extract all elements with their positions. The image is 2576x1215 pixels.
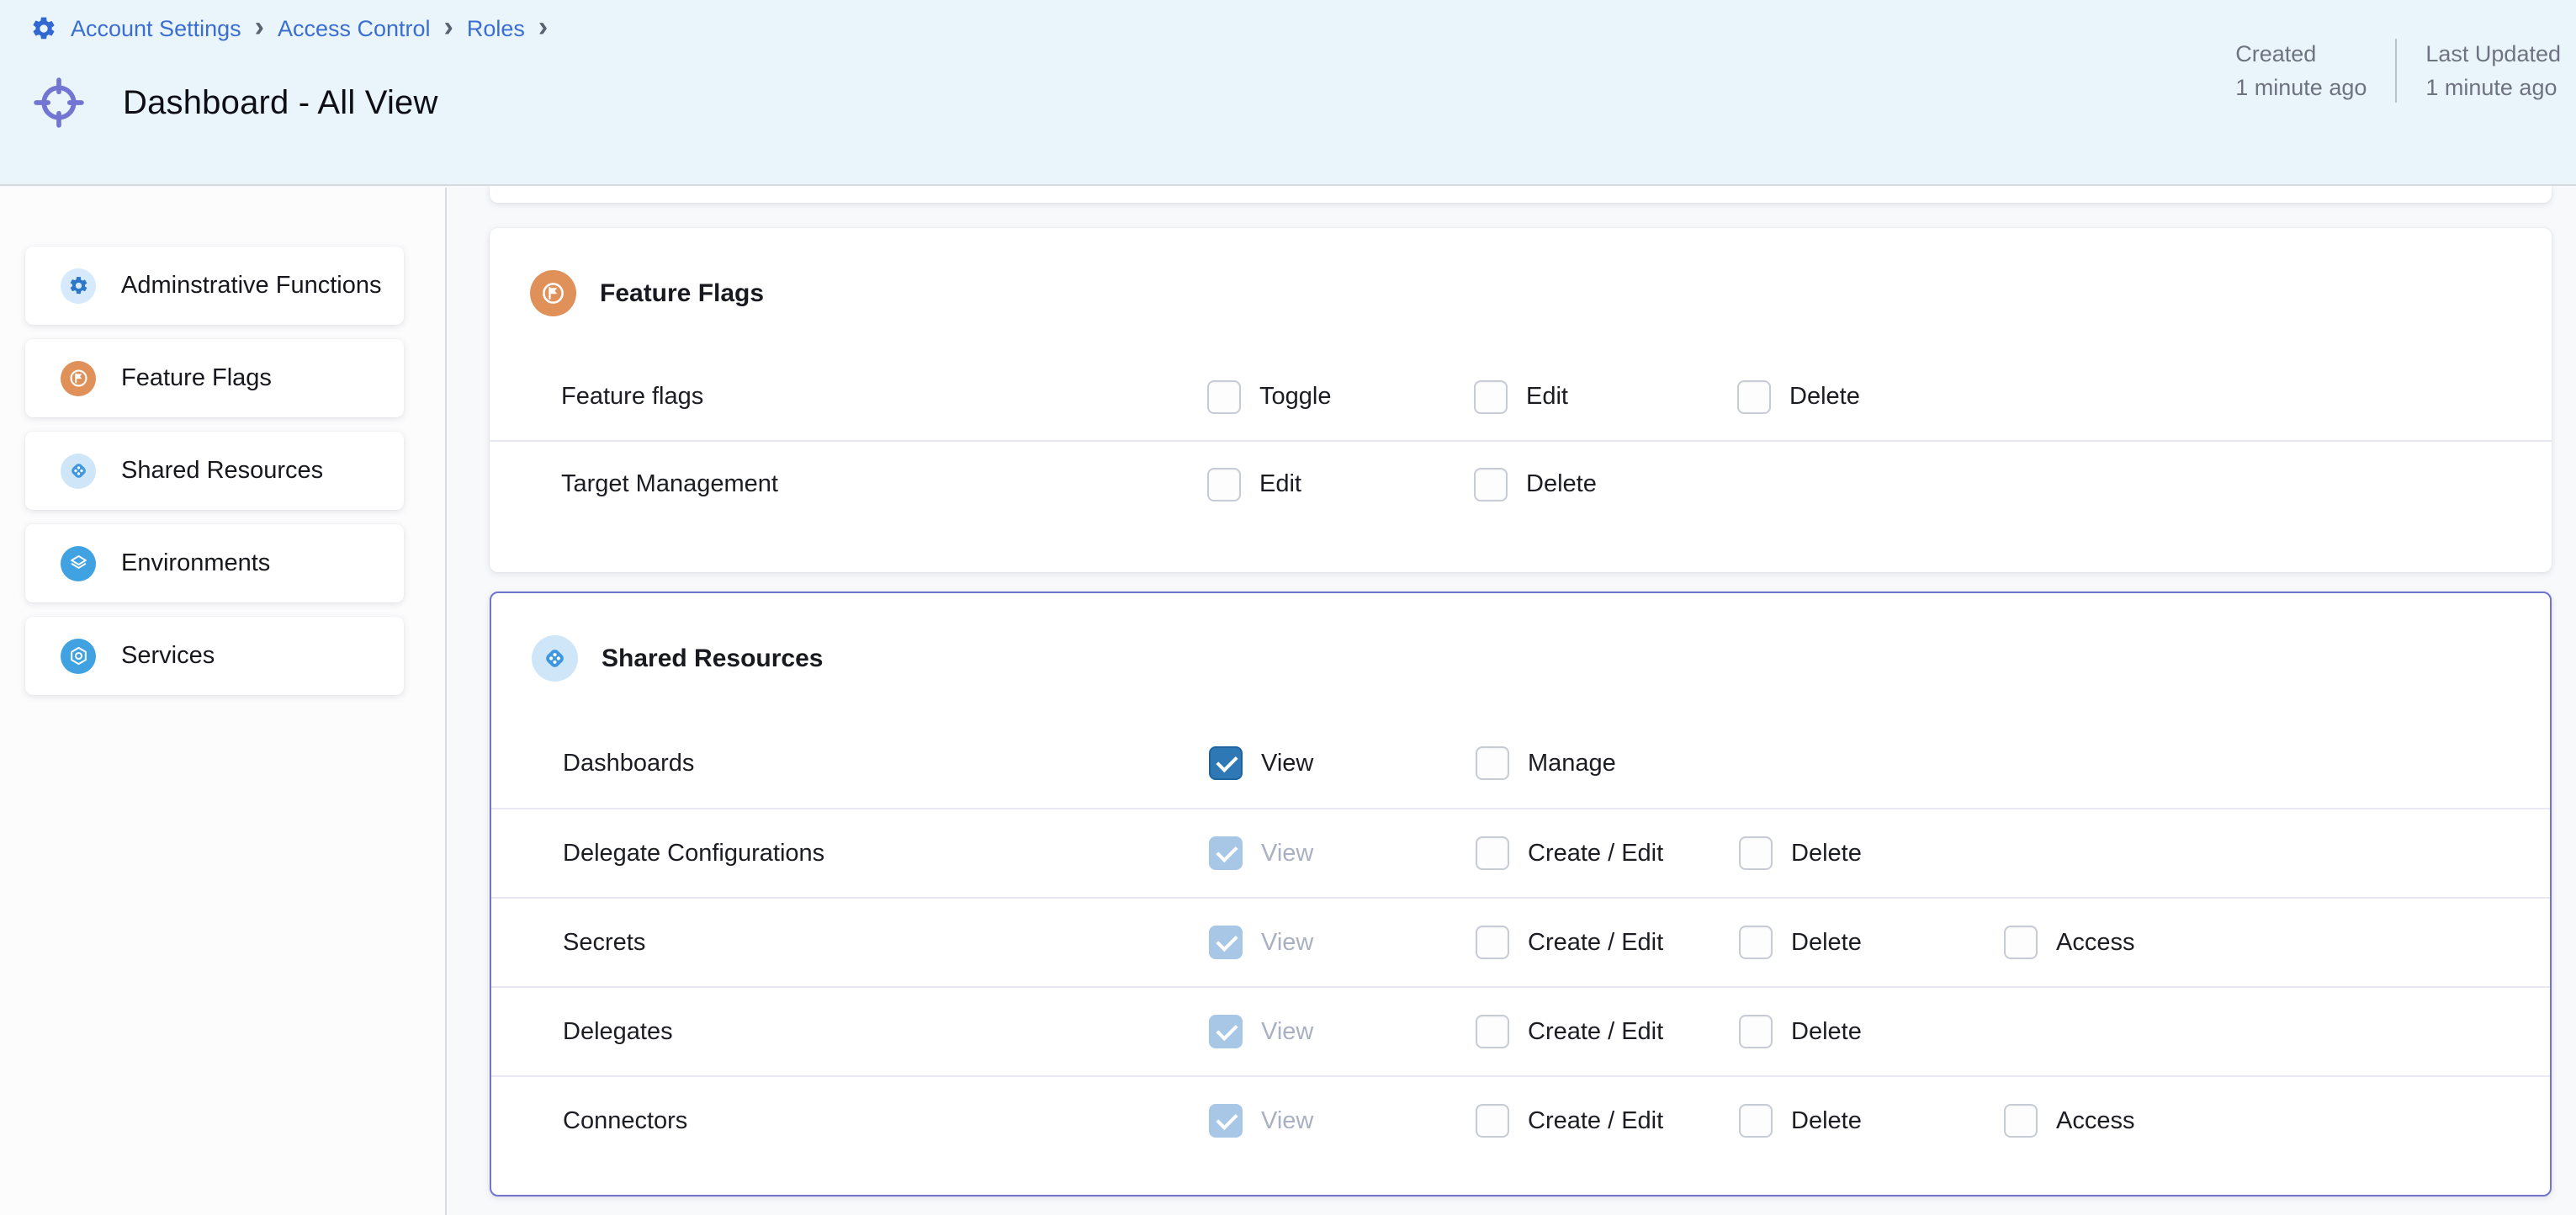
role-title-row: Dashboard - All View <box>30 74 438 131</box>
meta-panel: Created 1 minute ago Last Updated 1 minu… <box>2235 37 2569 104</box>
checkbox-view[interactable] <box>1209 836 1243 870</box>
created-meta: Created 1 minute ago <box>2235 37 2395 104</box>
sidebar-item-adminstrative-functions[interactable]: Adminstrative Functions <box>25 247 404 325</box>
permission-row-connectors: Connectors View Create / Edit Delete Acc… <box>491 1075 2550 1165</box>
gear-icon <box>61 268 96 304</box>
perm-feature-flags-toggle[interactable]: Toggle <box>1207 380 1474 414</box>
checkbox-create-edit[interactable] <box>1476 926 1509 959</box>
perm-secrets-access[interactable]: Access <box>2004 926 2550 959</box>
resource-label: Feature flags <box>561 383 1207 411</box>
created-value: 1 minute ago <box>2235 71 2367 104</box>
resource-label: Delegates <box>563 1018 1209 1046</box>
perm-secrets-delete[interactable]: Delete <box>1739 926 2004 959</box>
checkbox-edit[interactable] <box>1474 380 1508 414</box>
perm-dashboards-view[interactable]: View <box>1209 746 1476 780</box>
last-updated-value: 1 minute ago <box>2425 71 2561 104</box>
perm-connectors-delete[interactable]: Delete <box>1739 1104 2004 1138</box>
checkbox-edit[interactable] <box>1207 468 1241 501</box>
breadcrumb: Account Settings › Access Control › Roles › <box>30 15 548 42</box>
permission-row-feature-flags: Feature flags Toggle Edit Delete <box>490 353 2552 440</box>
environments-icon <box>61 546 96 581</box>
settings-gear-icon <box>30 15 57 42</box>
breadcrumb-link-account-settings[interactable]: Account Settings <box>71 16 241 42</box>
role-target-icon <box>30 74 87 131</box>
perm-target-management-delete[interactable]: Delete <box>1474 468 1737 501</box>
resource-label: Dashboards <box>563 750 1209 777</box>
sidebar-item-feature-flags[interactable]: Feature Flags <box>25 339 404 417</box>
section-header: Shared Resources <box>491 593 2550 719</box>
permission-section-shared-resources: Shared Resources Dashboards View Manage … <box>490 592 2552 1196</box>
feature-flags-icon <box>530 270 576 316</box>
resource-label: Delegate Configurations <box>563 840 1209 867</box>
checkbox-create-edit[interactable] <box>1476 836 1509 870</box>
permissions-panel: Feature Flags Feature flags Toggle Edit … <box>447 186 2576 1215</box>
perm-connectors-view[interactable]: View <box>1209 1104 1476 1138</box>
sidebar-item-shared-resources[interactable]: Shared Resources <box>25 432 404 510</box>
perm-delegate-configurations-view[interactable]: View <box>1209 836 1476 870</box>
checkbox-access[interactable] <box>2004 926 2038 959</box>
perm-delegates-create-edit[interactable]: Create / Edit <box>1476 1015 1739 1048</box>
perm-connectors-access[interactable]: Access <box>2004 1104 2550 1138</box>
checkbox-delete[interactable] <box>1739 836 1773 870</box>
checkbox-create-edit[interactable] <box>1476 1015 1509 1048</box>
shared-resources-icon <box>61 454 96 489</box>
perm-target-management-edit[interactable]: Edit <box>1207 468 1474 501</box>
checkbox-delete[interactable] <box>1474 468 1508 501</box>
services-icon <box>61 639 96 674</box>
breadcrumb-link-access-control[interactable]: Access Control <box>278 16 431 42</box>
perm-delegate-configurations-create-edit[interactable]: Create / Edit <box>1476 836 1739 870</box>
resource-label: Target Management <box>561 470 1207 498</box>
permission-section-feature-flags: Feature Flags Feature flags Toggle Edit … <box>490 228 2552 572</box>
checkbox-delete[interactable] <box>1739 926 1773 959</box>
checkbox-view[interactable] <box>1209 926 1243 959</box>
chevron-right-icon: › <box>255 13 264 41</box>
permission-row-secrets: Secrets View Create / Edit Delete Access <box>491 897 2550 986</box>
last-updated-label: Last Updated <box>2425 37 2561 71</box>
permission-row-delegate-configurations: Delegate Configurations View Create / Ed… <box>491 808 2550 897</box>
sidebar-item-environments[interactable]: Environments <box>25 524 404 602</box>
resource-label: Connectors <box>563 1107 1209 1135</box>
perm-delegate-configurations-delete[interactable]: Delete <box>1739 836 2004 870</box>
created-label: Created <box>2235 37 2367 71</box>
checkbox-view[interactable] <box>1209 746 1243 780</box>
page-title: Dashboard - All View <box>123 84 438 122</box>
perm-feature-flags-edit[interactable]: Edit <box>1474 380 1737 414</box>
breadcrumb-link-roles[interactable]: Roles <box>467 16 525 42</box>
page-header: Account Settings › Access Control › Roles › D… <box>0 0 2576 186</box>
perm-delegates-delete[interactable]: Delete <box>1739 1015 2004 1048</box>
resource-label: Secrets <box>563 929 1209 957</box>
checkbox-delete[interactable] <box>1737 380 1771 414</box>
section-header: Feature Flags <box>490 228 2552 353</box>
checkbox-delete[interactable] <box>1739 1015 1773 1048</box>
checkbox-create-edit[interactable] <box>1476 1104 1509 1138</box>
feature-flags-icon <box>61 361 96 396</box>
chevron-right-icon: › <box>538 13 548 41</box>
checkbox-manage[interactable] <box>1476 746 1509 780</box>
section-title: Shared Resources <box>602 645 823 673</box>
perm-feature-flags-delete[interactable]: Delete <box>1737 380 2002 414</box>
section-title: Feature Flags <box>600 279 764 308</box>
sidebar-item-services[interactable]: Services <box>25 617 404 695</box>
shared-resources-icon <box>532 635 578 682</box>
checkbox-view[interactable] <box>1209 1015 1243 1048</box>
resource-category-sidebar: Adminstrative Functions Feature Flags Sh… <box>0 188 447 1215</box>
perm-secrets-create-edit[interactable]: Create / Edit <box>1476 926 1739 959</box>
checkbox-delete[interactable] <box>1739 1104 1773 1138</box>
perm-connectors-create-edit[interactable]: Create / Edit <box>1476 1104 1739 1138</box>
scrolled-card-edge <box>490 186 2552 203</box>
last-updated-meta: Last Updated 1 minute ago <box>2397 37 2569 104</box>
perm-secrets-view[interactable]: View <box>1209 926 1476 959</box>
checkbox-toggle[interactable] <box>1207 380 1241 414</box>
permission-row-target-management: Target Management Edit Delete <box>490 440 2552 527</box>
checkbox-access[interactable] <box>2004 1104 2038 1138</box>
chevron-right-icon: › <box>444 13 453 41</box>
perm-dashboards-manage[interactable]: Manage <box>1476 746 1739 780</box>
permission-row-dashboards: Dashboards View Manage <box>491 719 2550 808</box>
permission-row-delegates: Delegates View Create / Edit Delete <box>491 986 2550 1075</box>
perm-delegates-view[interactable]: View <box>1209 1015 1476 1048</box>
checkbox-view[interactable] <box>1209 1104 1243 1138</box>
